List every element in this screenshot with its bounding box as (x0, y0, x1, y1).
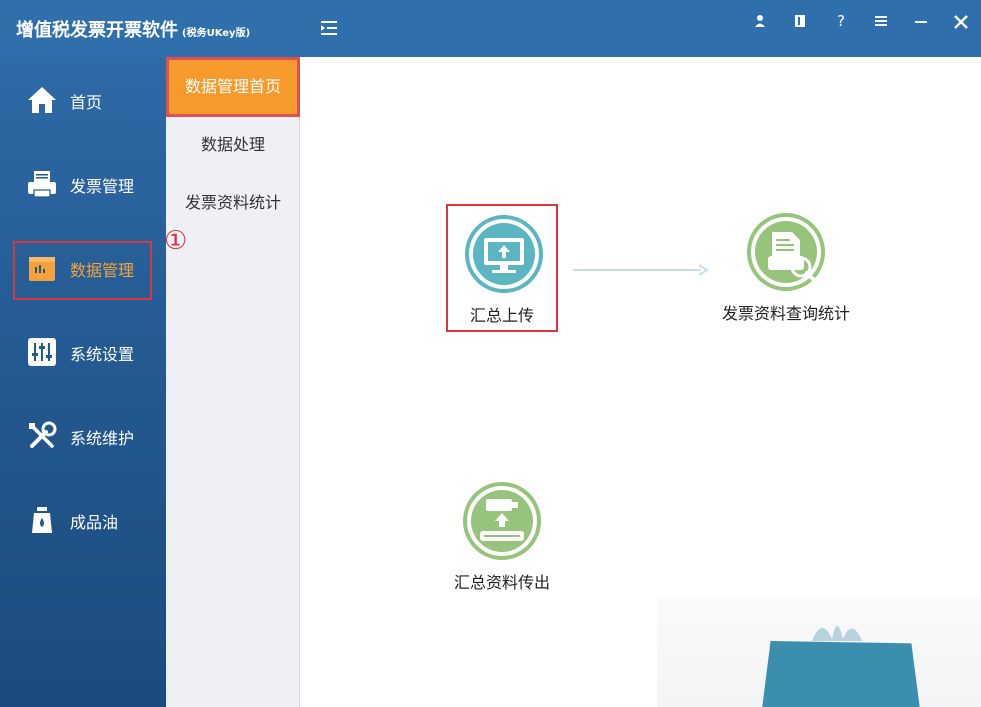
flow-arrow-icon (573, 264, 709, 276)
sidebar-item-label: 首页 (70, 93, 103, 112)
function-label: 发票资料查询统计 (721, 304, 850, 323)
sidebar: 首页 发票管理 数据管理 系统设置 系统维护 成品油 (0, 57, 166, 707)
tools-icon (29, 421, 57, 448)
data-export-icon (463, 482, 541, 560)
submenu-item-invoice-statistics[interactable]: 发票资料统计 (166, 173, 300, 233)
printer-icon (28, 171, 56, 198)
invoice-search-icon (747, 213, 825, 291)
summary-export-button[interactable]: 汇总资料传出 (446, 477, 558, 605)
title-bar: 增值税发票开票软件 (税务UKey版) ? (0, 0, 981, 57)
decorative-tuft-icon (812, 626, 862, 641)
sidebar-item-system-maintenance[interactable]: 系统维护 (0, 408, 166, 464)
invoice-query-statistics-button[interactable]: 发票资料查询统计 (701, 204, 871, 332)
app-subtitle: (税务UKey版) (182, 28, 251, 39)
sidebar-item-label: 系统维护 (70, 429, 135, 448)
sidebar-item-label: 系统设置 (70, 345, 135, 364)
oil-can-icon (32, 507, 52, 533)
decorative-shape (761, 641, 921, 707)
user-button[interactable] (748, 10, 772, 32)
upload-monitor-icon (465, 215, 543, 293)
submenu-item-data-home[interactable]: 数据管理首页 (166, 57, 300, 117)
annotation-marker-1: ① (164, 226, 188, 256)
sidebar-item-system-settings[interactable]: 系统设置 (0, 324, 166, 380)
home-icon (28, 87, 56, 113)
main-content: 汇总上传 发票资料查询统计 汇总资料传出 (301, 57, 981, 707)
submenu-item-data-processing[interactable]: 数据处理 (166, 115, 300, 175)
book-button[interactable] (788, 10, 812, 32)
sliders-icon (28, 338, 56, 366)
sidebar-item-label: 发票管理 (70, 177, 135, 196)
help-icon: ? (837, 12, 845, 30)
highlight-box-1 (13, 241, 152, 300)
collapse-menu-button[interactable] (318, 17, 340, 39)
sidebar-item-home[interactable]: 首页 (0, 72, 166, 128)
menu-button[interactable] (869, 10, 893, 32)
minimize-icon (915, 21, 927, 23)
menu-icon (875, 16, 887, 26)
sidebar-item-label: 成品油 (70, 513, 119, 532)
decorative-illustration (657, 597, 981, 707)
book-icon (795, 15, 805, 27)
collapse-menu-icon (321, 21, 337, 35)
app-title: 增值税发票开票软件 (税务UKey版) (16, 16, 250, 42)
close-button[interactable] (949, 10, 973, 32)
sidebar-item-refined-oil[interactable]: 成品油 (0, 492, 166, 548)
summary-upload-button[interactable]: 汇总上传 (446, 204, 558, 332)
minimize-button[interactable] (909, 10, 933, 32)
function-label: 汇总资料传出 (453, 573, 550, 592)
app-title-text: 增值税发票开票软件 (16, 20, 178, 41)
function-label: 汇总上传 (469, 306, 534, 325)
submenu: 数据管理首页 数据处理 发票资料统计 (166, 57, 300, 707)
sidebar-item-invoice-management[interactable]: 发票管理 (0, 156, 166, 212)
user-icon (755, 15, 765, 27)
close-icon (954, 15, 968, 29)
help-button[interactable]: ? (829, 10, 853, 32)
